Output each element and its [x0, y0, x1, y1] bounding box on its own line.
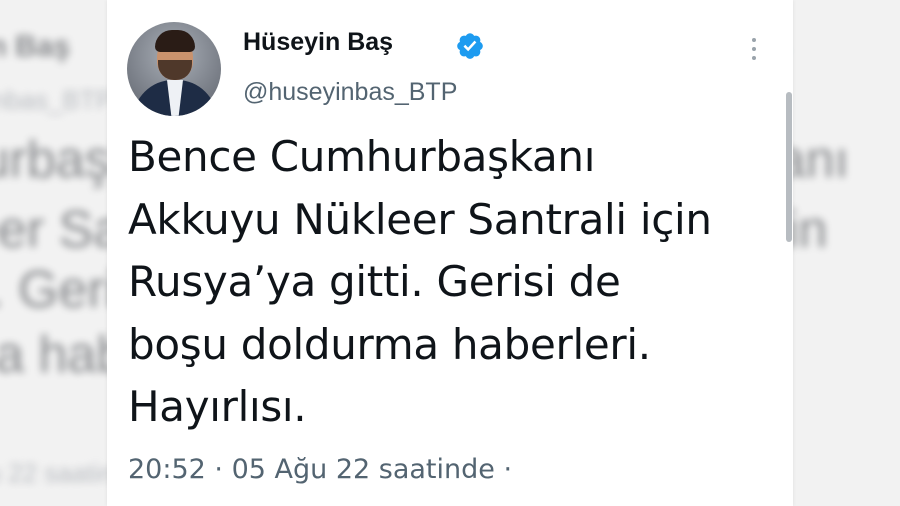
more-dot	[752, 38, 756, 42]
tweet-timestamp[interactable]: 20:52 · 05 Ağu 22 saatinde ·	[128, 454, 512, 485]
verified-badge-icon	[457, 33, 483, 59]
tweet-card: Hüseyin Baş @huseyinbas_BTP Bence Cumhur…	[107, 0, 793, 506]
tweet-line: Hayırlısı.	[128, 382, 307, 431]
author-name[interactable]: Hüseyin Baş	[243, 28, 393, 57]
more-dot	[752, 47, 756, 51]
scrollbar[interactable]	[786, 92, 792, 242]
meta-separator: ·	[214, 454, 223, 485]
more-options-icon[interactable]	[749, 38, 759, 64]
tweet-line: Akkuyu Nükleer Santrali için	[128, 194, 712, 244]
avatar[interactable]	[127, 22, 221, 116]
tweet-line: Rusya’ya gitti. Gerisi de	[128, 257, 621, 306]
tweet-time: 20:52	[128, 454, 206, 485]
tweet-line: Bence Cumhurbaşkanı	[128, 132, 596, 181]
tweet-date: 05 Ağu 22 saatinde	[231, 454, 495, 485]
tweet-line: boşu doldurma haberleri.	[128, 319, 651, 369]
blurred-author-name: Hüseyin Baş	[0, 30, 71, 63]
blurred-handle: @huseyinbas_BTP	[0, 85, 113, 115]
author-handle[interactable]: @huseyinbas_BTP	[243, 78, 457, 107]
avatar-hair	[155, 30, 195, 52]
more-dot	[752, 56, 756, 60]
tweet-text: Bence Cumhurbaşkanı Akkuyu Nükleer Santr…	[128, 126, 778, 439]
meta-separator: ·	[503, 454, 513, 485]
avatar-beard	[158, 60, 192, 80]
